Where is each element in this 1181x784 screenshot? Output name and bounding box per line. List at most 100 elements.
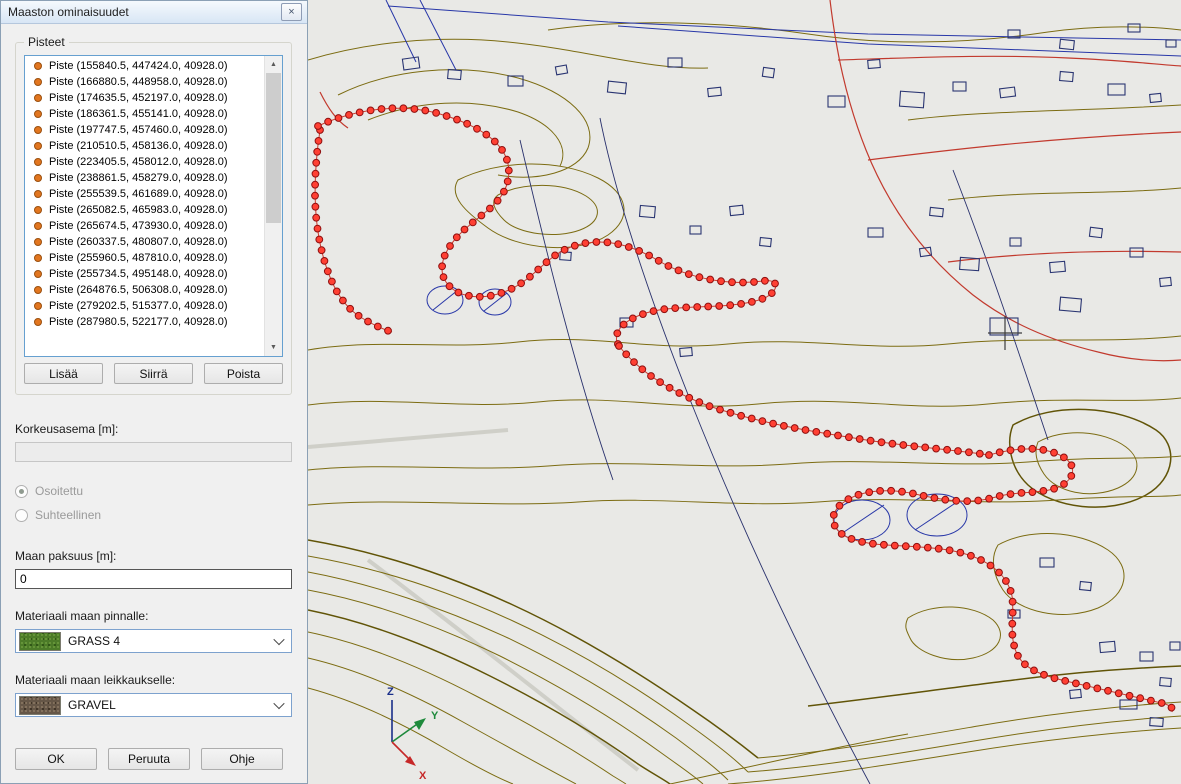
terrain-point-dot[interactable]: [694, 304, 701, 311]
terrain-point-dot[interactable]: [888, 487, 895, 494]
terrain-point-dot[interactable]: [877, 488, 884, 495]
terrain-point-dot[interactable]: [498, 290, 505, 297]
terrain-point-dot[interactable]: [1022, 661, 1029, 668]
terrain-point-dot[interactable]: [866, 489, 873, 496]
terrain-point-dot[interactable]: [1009, 631, 1016, 638]
terrain-point-dot[interactable]: [770, 420, 777, 427]
help-button[interactable]: Ohje: [201, 748, 283, 770]
point-list-item[interactable]: Piste (265674.5, 473930.0, 40928.0): [25, 218, 264, 234]
terrain-point-dot[interactable]: [446, 283, 453, 290]
terrain-point-chains[interactable]: [312, 105, 1175, 712]
terrain-point-dot[interactable]: [1051, 675, 1058, 682]
terrain-point-dot[interactable]: [1031, 667, 1038, 674]
terrain-point-dot[interactable]: [614, 330, 621, 337]
terrain-point-dot[interactable]: [1083, 683, 1090, 690]
terrain-point-dot[interactable]: [705, 303, 712, 310]
terrain-point-dot[interactable]: [476, 293, 483, 300]
terrain-point-dot[interactable]: [749, 299, 756, 306]
terrain-point-dot[interactable]: [312, 181, 319, 188]
terrain-point-dot[interactable]: [646, 252, 653, 259]
terrain-point-dot[interactable]: [314, 225, 321, 232]
point-list-item[interactable]: Piste (197747.5, 457460.0, 40928.0): [25, 122, 264, 138]
terrain-point-dot[interactable]: [623, 351, 630, 358]
terrain-point-dot[interactable]: [738, 412, 745, 419]
terrain-point-dot[interactable]: [315, 123, 322, 130]
terrain-point-dot[interactable]: [508, 285, 515, 292]
terrain-point-dot[interactable]: [616, 343, 623, 350]
terrain-point-dot[interactable]: [1051, 449, 1058, 456]
scroll-thumb[interactable]: [266, 73, 281, 223]
terrain-point-dot[interactable]: [487, 292, 494, 299]
terrain-point-dot[interactable]: [347, 305, 354, 312]
terrain-point-dot[interactable]: [964, 498, 971, 505]
terrain-point-dot[interactable]: [333, 288, 340, 295]
terrain-point-dot[interactable]: [571, 242, 578, 249]
terrain-point-dot[interactable]: [312, 170, 319, 177]
terrain-point-dot[interactable]: [346, 112, 353, 119]
terrain-point-dot[interactable]: [1040, 447, 1047, 454]
terrain-point-dot[interactable]: [902, 543, 909, 550]
terrain-point-dot[interactable]: [768, 290, 775, 297]
terrain-point-dot[interactable]: [759, 295, 766, 302]
terrain-point-dot[interactable]: [466, 292, 473, 299]
terrain-point-dot[interactable]: [439, 263, 446, 270]
terrain-point-dot[interactable]: [561, 246, 568, 253]
point-list-item[interactable]: Piste (210510.5, 458136.0, 40928.0): [25, 138, 264, 154]
terrain-point-dot[interactable]: [629, 315, 636, 322]
terrain-point-dot[interactable]: [835, 432, 842, 439]
terrain-point-dot[interactable]: [665, 263, 672, 270]
terrain-point-dot[interactable]: [911, 443, 918, 450]
terrain-point-dot[interactable]: [329, 278, 336, 285]
terrain-point-dot[interactable]: [953, 497, 960, 504]
add-point-button[interactable]: Lisää: [24, 363, 103, 384]
terrain-point-dot[interactable]: [762, 277, 769, 284]
terrain-point-dot[interactable]: [315, 138, 322, 145]
terrain-point-dot[interactable]: [454, 116, 461, 123]
terrain-point-dot[interactable]: [824, 430, 831, 437]
terrain-point-dot[interactable]: [870, 540, 877, 547]
terrain-point-dot[interactable]: [650, 308, 657, 315]
terrain-points[interactable]: [312, 105, 1175, 711]
thickness-input[interactable]: [15, 569, 292, 589]
terrain-point-dot[interactable]: [813, 429, 820, 436]
terrain-point-dot[interactable]: [729, 279, 736, 286]
terrain-point-dot[interactable]: [385, 327, 392, 334]
terrain-point-dot[interactable]: [727, 302, 734, 309]
terrain-point-dot[interactable]: [1073, 680, 1080, 687]
terrain-point-dot[interactable]: [518, 280, 525, 287]
terrain-point-dot[interactable]: [378, 106, 385, 113]
terrain-point-dot[interactable]: [944, 446, 951, 453]
terrain-point-dot[interactable]: [946, 547, 953, 554]
surface-material-combo[interactable]: GRASS 4: [15, 629, 292, 653]
terrain-point-dot[interactable]: [996, 569, 1003, 576]
terrain-point-dot[interactable]: [1061, 481, 1068, 488]
terrain-point-dot[interactable]: [717, 406, 724, 413]
terrain-point-dot[interactable]: [1137, 695, 1144, 702]
terrain-point-dot[interactable]: [910, 490, 917, 497]
terrain-point-dot[interactable]: [759, 418, 766, 425]
point-list-item[interactable]: Piste (264876.5, 506308.0, 40928.0): [25, 282, 264, 298]
point-list-item[interactable]: Piste (223405.5, 458012.0, 40928.0): [25, 154, 264, 170]
terrain-point-dot[interactable]: [440, 274, 447, 281]
terrain-point-dot[interactable]: [318, 247, 325, 254]
terrain-point-dot[interactable]: [1018, 446, 1025, 453]
terrain-point-dot[interactable]: [966, 449, 973, 456]
terrain-point-dot[interactable]: [676, 390, 683, 397]
terrain-point-dot[interactable]: [986, 495, 993, 502]
point-list-item[interactable]: Piste (265082.5, 465983.0, 40928.0): [25, 202, 264, 218]
terrain-point-dot[interactable]: [1068, 473, 1075, 480]
terrain-point-dot[interactable]: [1158, 700, 1165, 707]
terrain-point-dot[interactable]: [1061, 454, 1068, 461]
terrain-point-dot[interactable]: [856, 436, 863, 443]
terrain-point-dot[interactable]: [657, 379, 664, 386]
terrain-point-dot[interactable]: [955, 448, 962, 455]
close-button[interactable]: ×: [281, 3, 302, 21]
terrain-point-dot[interactable]: [740, 279, 747, 286]
terrain-point-dot[interactable]: [1003, 578, 1010, 585]
terrain-point-dot[interactable]: [1009, 598, 1016, 605]
terrain-point-dot[interactable]: [455, 289, 462, 296]
terrain-point-dot[interactable]: [1040, 488, 1047, 495]
cut-material-combo[interactable]: GRAVEL: [15, 693, 292, 717]
terrain-point-dot[interactable]: [968, 552, 975, 559]
terrain-point-dot[interactable]: [374, 323, 381, 330]
